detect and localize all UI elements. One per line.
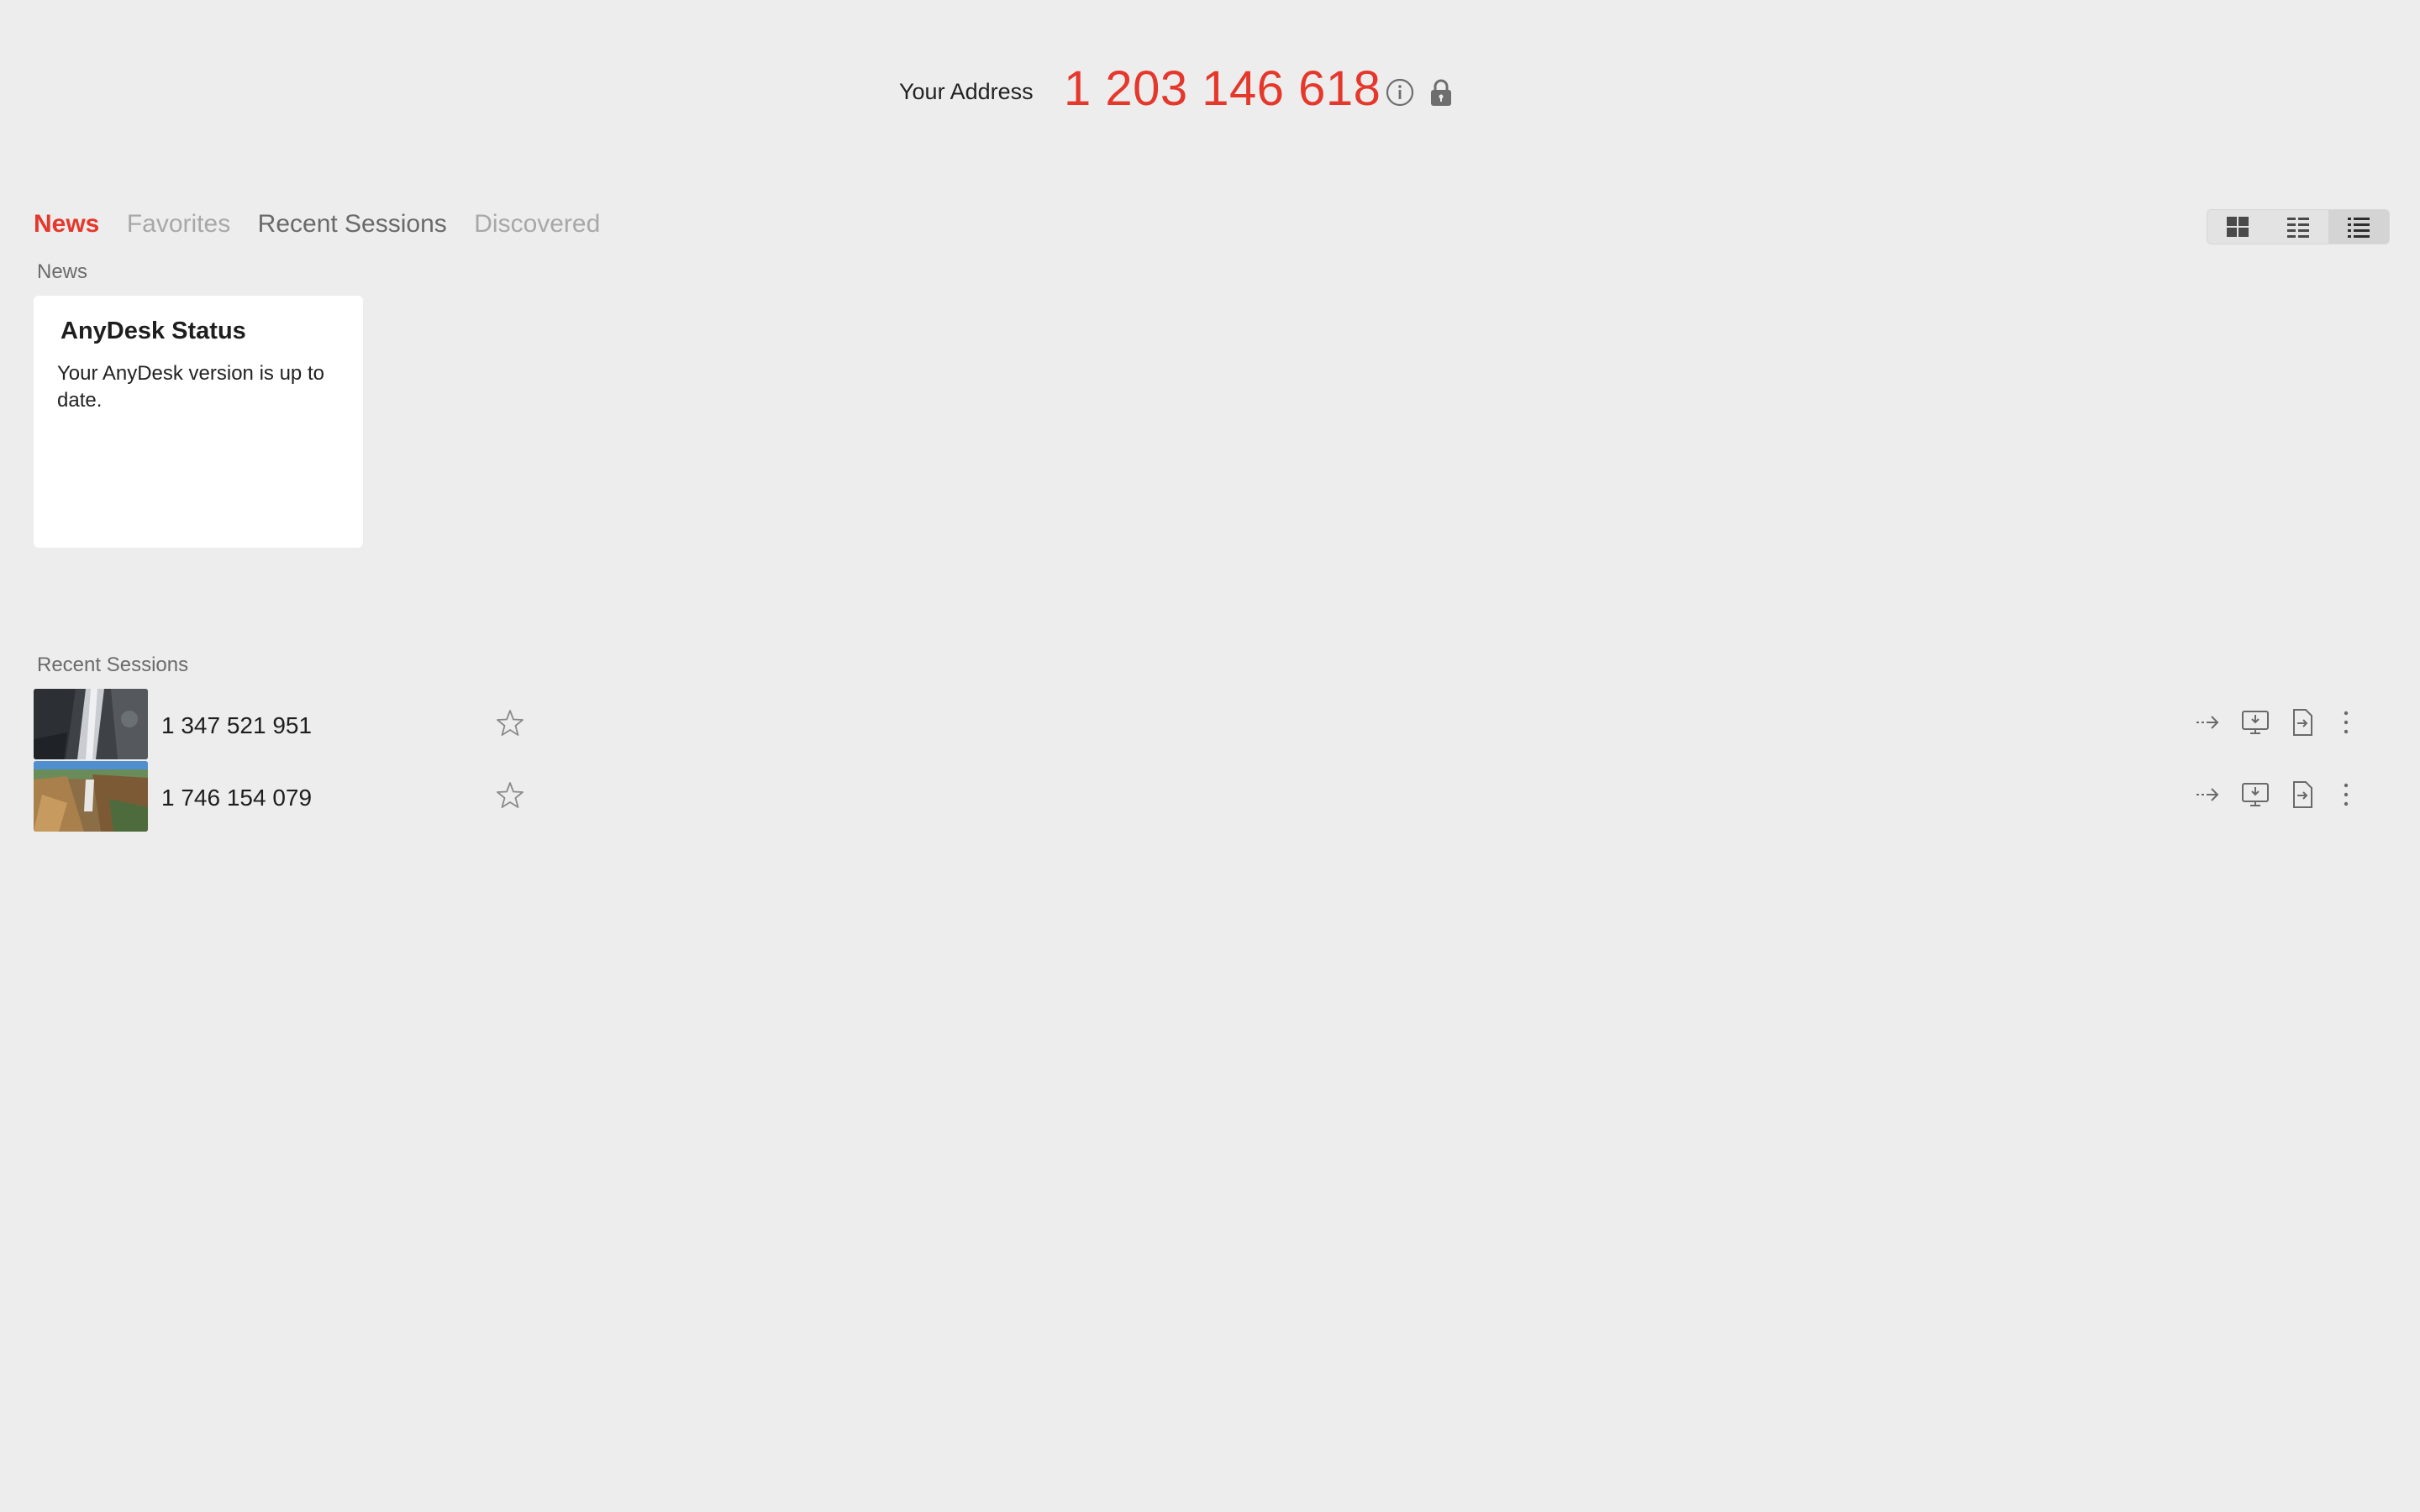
favorite-star-icon[interactable] xyxy=(494,780,526,811)
session-actions xyxy=(2193,780,2386,811)
remote-desktop-icon[interactable] xyxy=(2240,707,2270,738)
session-thumbnail[interactable] xyxy=(34,689,148,759)
connect-arrow-icon[interactable] xyxy=(2193,780,2223,810)
connect-arrow-icon[interactable] xyxy=(2193,707,2223,738)
session-id[interactable]: 1 347 521 951 xyxy=(161,712,312,739)
news-card[interactable]: AnyDesk Status Your AnyDesk version is u… xyxy=(34,296,363,548)
tiles-view-button[interactable] xyxy=(2207,210,2268,244)
tab-favorites[interactable]: Favorites xyxy=(127,210,230,239)
more-options-icon[interactable] xyxy=(2331,707,2361,738)
news-card-body: Your AnyDesk version is up to date. xyxy=(57,362,324,412)
info-icon[interactable] xyxy=(1385,77,1415,108)
file-transfer-icon[interactable] xyxy=(2287,707,2317,738)
lock-icon[interactable] xyxy=(1428,77,1454,108)
list-view-icon xyxy=(2348,218,2370,238)
view-mode-toggle xyxy=(2207,209,2390,244)
address-label: Your Address xyxy=(899,79,1034,104)
recent-sessions-section-label: Recent Sessions xyxy=(37,654,189,676)
session-actions xyxy=(2193,707,2386,739)
favorite-star-icon[interactable] xyxy=(494,707,526,739)
address-value[interactable]: 1 203 146 618 xyxy=(1064,60,1381,117)
session-id[interactable]: 1 746 154 079 xyxy=(161,785,312,811)
session-thumbnail[interactable] xyxy=(34,761,148,832)
session-row[interactable]: 1 746 154 079 xyxy=(34,761,2386,832)
tab-discovered[interactable]: Discovered xyxy=(474,210,600,239)
tiles-view-icon xyxy=(2227,217,2249,237)
remote-desktop-icon[interactable] xyxy=(2240,780,2270,810)
address-bar: Your Address 1 203 146 618 xyxy=(0,60,2420,128)
more-options-icon[interactable] xyxy=(2331,780,2361,810)
details-view-icon xyxy=(2287,218,2309,238)
news-section-label: News xyxy=(37,260,88,283)
news-card-title: AnyDesk Status xyxy=(60,318,246,344)
file-transfer-icon[interactable] xyxy=(2287,780,2317,810)
tab-recent-sessions[interactable]: Recent Sessions xyxy=(258,210,447,239)
tab-bar: News Favorites Recent Sessions Discovere… xyxy=(34,210,623,244)
session-row[interactable]: 1 347 521 951 xyxy=(34,689,2386,759)
list-view-button[interactable] xyxy=(2328,210,2389,244)
tab-news[interactable]: News xyxy=(34,210,99,239)
details-view-button[interactable] xyxy=(2268,210,2328,244)
